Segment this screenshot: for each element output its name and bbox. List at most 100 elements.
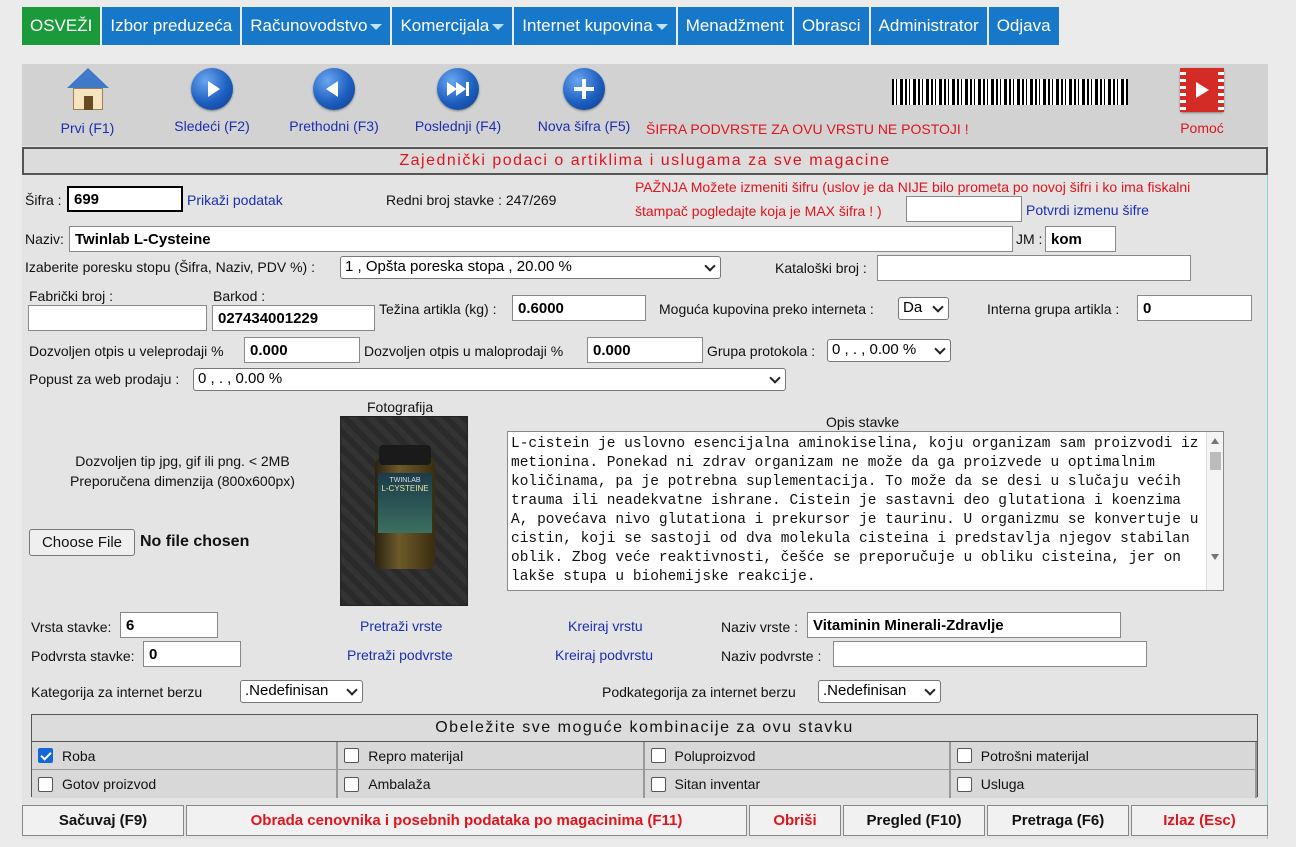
- bottle-label: TWINLAB L-CYSTEINE: [378, 473, 432, 533]
- previous-label: Prethodni (F3): [289, 118, 379, 134]
- help-button[interactable]: Pomoć: [1170, 64, 1234, 136]
- create-type-link[interactable]: Kreiraj vrstu: [568, 618, 643, 634]
- menu-forms[interactable]: Obrasci: [793, 7, 869, 45]
- combo-repro-materijal[interactable]: Repro materijal: [338, 742, 645, 769]
- scroll-thumb[interactable]: [1210, 452, 1221, 470]
- chevron-down-icon: [370, 23, 383, 30]
- combo-usluga[interactable]: Usluga: [950, 770, 1257, 798]
- help-label: Pomoć: [1180, 120, 1224, 136]
- combo-label: Roba: [62, 747, 96, 764]
- retail-writeoff-input[interactable]: [587, 337, 703, 363]
- menu-label: Administrator: [878, 16, 979, 35]
- choose-file-button[interactable]: Choose File: [29, 529, 135, 556]
- pricing-button[interactable]: Obrada cenovnika i posebnih podataka po …: [186, 805, 747, 836]
- search-subtypes-link[interactable]: Pretraži podvrste: [347, 647, 453, 663]
- menu-management[interactable]: Menadžment: [677, 7, 792, 45]
- confirm-change-link[interactable]: Potvrdi izmenu šifre: [1026, 202, 1149, 218]
- menu-company-select[interactable]: Izbor preduzeća: [102, 7, 241, 45]
- combo-sitan-inventar[interactable]: Sitan inventar: [644, 770, 951, 798]
- checkbox-icon[interactable]: [38, 776, 53, 792]
- description-label: Opis stavke: [826, 414, 900, 430]
- combo-roba[interactable]: Roba: [32, 742, 339, 769]
- checkbox-icon[interactable]: [344, 748, 360, 763]
- internet-purchase-value: Da: [903, 299, 923, 316]
- barcode-input[interactable]: [212, 305, 375, 331]
- checkbox-checked-icon[interactable]: [38, 748, 53, 763]
- delete-button[interactable]: Obriši: [749, 805, 841, 836]
- factory-number-input[interactable]: [28, 305, 207, 331]
- combo-label: Sitan inventar: [674, 776, 761, 792]
- description-scrollbar[interactable]: [1206, 432, 1223, 590]
- subcategory-select[interactable]: .Nedefinisan: [818, 680, 941, 703]
- exit-button[interactable]: Izlaz (Esc): [1131, 805, 1268, 836]
- photo-label: Fotografija: [367, 399, 434, 415]
- menu-commercial[interactable]: Komercijala: [392, 7, 513, 45]
- new-code-input[interactable]: [906, 196, 1022, 222]
- checkbox-icon[interactable]: [650, 748, 666, 763]
- weight-input[interactable]: [512, 295, 646, 321]
- name-input[interactable]: [69, 226, 1013, 252]
- checkbox-icon[interactable]: [956, 748, 972, 763]
- menu-label: OSVEŽI: [30, 16, 93, 35]
- combo-poluproizvod[interactable]: Poluproizvod: [644, 742, 951, 769]
- file-hint-line1: Dozvoljen tip jpg, gif ili png. < 2MB: [75, 453, 290, 469]
- scroll-up-icon[interactable]: [1211, 438, 1219, 444]
- home-icon: [65, 68, 111, 114]
- save-button[interactable]: Sačuvaj (F9): [22, 805, 184, 836]
- combo-label: Potrošni materijal: [980, 747, 1089, 764]
- factory-number-label: Fabrički broj :: [29, 288, 114, 304]
- combo-label: Poluproizvod: [674, 747, 756, 764]
- first-button[interactable]: Prvi (F1): [50, 64, 125, 136]
- previous-button[interactable]: Prethodni (F3): [284, 64, 384, 134]
- web-discount-value: 0 , . , 0.00 %: [198, 370, 283, 387]
- new-code-button[interactable]: Nova šifra (F5): [532, 64, 636, 134]
- menu-label: Menadžment: [685, 16, 784, 35]
- wholesale-writeoff-input[interactable]: [244, 337, 360, 363]
- menu-administrator[interactable]: Administrator: [870, 7, 987, 45]
- search-types-link[interactable]: Pretraži vrste: [360, 618, 442, 634]
- menu-accounting[interactable]: Računovodstvo: [242, 7, 391, 45]
- chevron-down-icon: [492, 23, 505, 30]
- description-textarea[interactable]: L-cistein je uslovno esencijalna aminoki…: [507, 431, 1224, 591]
- category-label: Kategorija za internet berzu: [31, 684, 203, 700]
- code-input[interactable]: [67, 186, 183, 212]
- internal-group-input[interactable]: [1137, 295, 1252, 321]
- category-select[interactable]: .Nedefinisan: [240, 680, 363, 703]
- show-data-link[interactable]: Prikaži podatak: [187, 192, 283, 208]
- type-name-input[interactable]: [807, 612, 1121, 638]
- row-index: Redni broj stavke : 247/269: [386, 192, 557, 208]
- chevron-down-icon: [924, 684, 936, 696]
- review-button[interactable]: Pregled (F10): [843, 805, 985, 836]
- web-discount-label: Popust za web prodaju :: [29, 371, 180, 387]
- catalog-input[interactable]: [877, 255, 1191, 281]
- checkbox-icon[interactable]: [650, 776, 666, 792]
- fast-forward-icon: [437, 68, 479, 110]
- scroll-down-icon[interactable]: [1211, 554, 1219, 560]
- unit-input[interactable]: [1045, 226, 1116, 252]
- last-button[interactable]: Poslednji (F4): [410, 64, 506, 134]
- tax-select[interactable]: 1 , Opšta poreska stopa , 20.00 %: [340, 256, 721, 279]
- search-button[interactable]: Pretraga (F6): [987, 805, 1129, 836]
- internet-purchase-select[interactable]: Da: [898, 297, 949, 320]
- menu-refresh[interactable]: OSVEŽI: [22, 7, 101, 45]
- retail-writeoff-label: Dozvoljen otpis u maloprodaji %: [364, 343, 564, 359]
- menu-internet-shopping[interactable]: Internet kupovina: [514, 7, 676, 45]
- subtype-name-input[interactable]: [833, 641, 1147, 667]
- plus-icon: [563, 68, 605, 110]
- combo-gotov-proizvod[interactable]: Gotov proizvod: [32, 770, 339, 798]
- item-subtype-label: Podvrsta stavke:: [31, 648, 135, 664]
- item-subtype-input[interactable]: [143, 641, 241, 667]
- no-file-label: No file chosen: [140, 533, 250, 550]
- product-bottle-image: TWINLAB L-CYSTEINE: [375, 445, 435, 569]
- menu-logout[interactable]: Odjava: [988, 7, 1059, 45]
- create-subtype-link[interactable]: Kreiraj podvrstu: [555, 647, 653, 663]
- protocol-group-value: 0 , . , 0.00 %: [832, 341, 917, 358]
- item-type-input[interactable]: [120, 612, 218, 638]
- web-discount-select[interactable]: 0 , . , 0.00 %: [193, 368, 786, 391]
- checkbox-icon[interactable]: [344, 776, 360, 792]
- protocol-group-select[interactable]: 0 , . , 0.00 %: [827, 339, 951, 362]
- combo-potrosni-materijal[interactable]: Potrošni materijal: [950, 742, 1257, 769]
- combo-ambalaza[interactable]: Ambalaža: [338, 770, 645, 798]
- next-button[interactable]: Sledeći (F2): [167, 64, 257, 134]
- checkbox-icon[interactable]: [956, 776, 972, 792]
